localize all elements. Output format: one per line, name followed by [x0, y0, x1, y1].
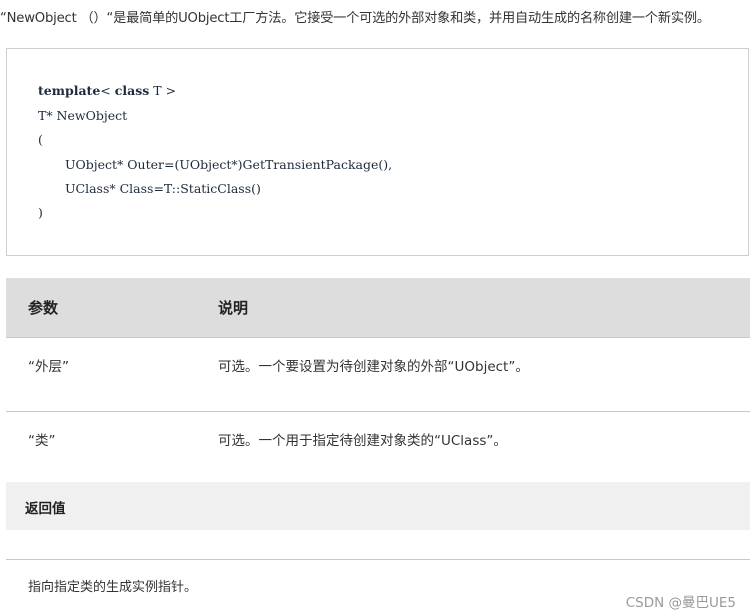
return-value-title: 返回值: [25, 501, 66, 517]
parameters-table: 参数 说明 “外层” 可选。一个要设置为待创建对象的外部“UObject”。 “…: [6, 278, 750, 486]
code-line-class-param: UClass* Class=T::StaticClass(): [65, 181, 261, 196]
header-param: 参数: [28, 299, 59, 317]
table-row: “外层” 可选。一个要设置为待创建对象的外部“UObject”。: [6, 338, 750, 412]
param-name: “外层”: [28, 359, 69, 375]
code-line-signature: T* NewObject: [38, 108, 128, 123]
code-block: template< class T > T* NewObject ( UObje…: [6, 48, 749, 256]
watermark: CSDN @曼巴UE5: [625, 595, 736, 611]
code-line-open-paren: (: [38, 132, 43, 147]
return-value-header: 返回值: [6, 482, 750, 530]
intro-paragraph: “NewObject （）“是最简单的UObject工厂方法。它接受一个可选的外…: [0, 11, 710, 26]
code-line-template: template< class T >: [38, 83, 176, 98]
table-row: “类” 可选。一个用于指定待创建对象类的“UClass”。: [6, 412, 750, 486]
keyword-class: class: [114, 83, 150, 98]
header-description: 说明: [218, 299, 249, 317]
code-line-outer-param: UObject* Outer=(UObject*)GetTransientPac…: [65, 157, 393, 172]
param-description: 可选。一个要设置为待创建对象的外部“UObject”。: [218, 359, 529, 375]
code-angle-open: <: [100, 83, 115, 98]
code-type-param: T >: [149, 83, 177, 98]
return-value-description: 指向指定类的生成实例指针。: [28, 580, 198, 595]
divider: [6, 559, 750, 560]
param-name: “类”: [28, 433, 56, 449]
param-description: 可选。一个用于指定待创建对象类的“UClass”。: [218, 433, 507, 449]
keyword-template: template: [38, 83, 101, 98]
code-line-close-paren: ): [38, 205, 43, 220]
parameters-table-header: 参数 说明: [6, 278, 750, 338]
